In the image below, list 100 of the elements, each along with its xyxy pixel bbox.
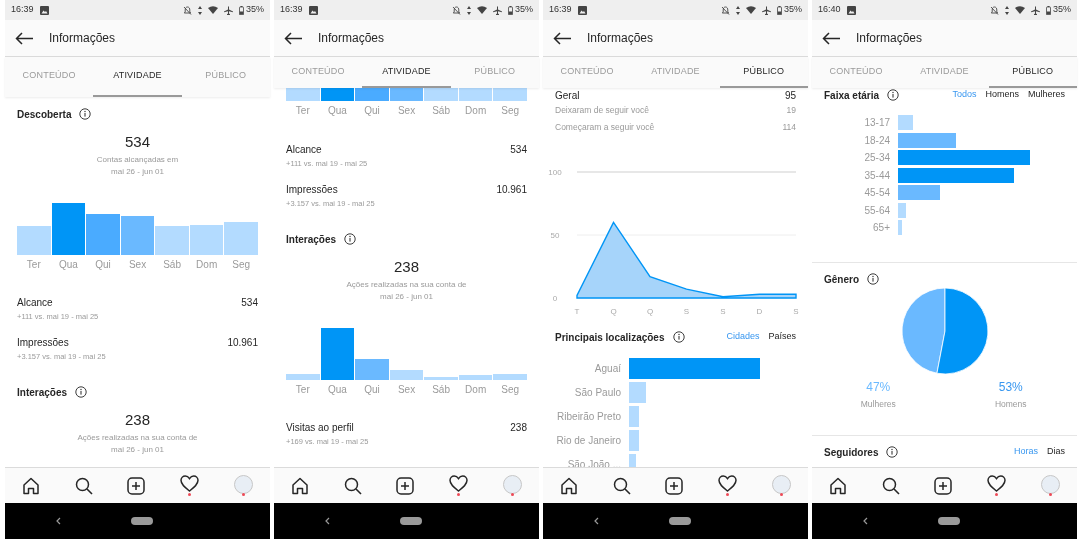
home-icon[interactable] (22, 476, 41, 495)
heart-icon[interactable] (449, 475, 469, 492)
day-label: Seg (500, 383, 521, 397)
muted-bell-icon (721, 5, 730, 15)
home-icon[interactable] (560, 476, 579, 495)
back-chevron-icon[interactable] (863, 517, 868, 525)
tab[interactable]: CONTEÚDO (274, 57, 363, 88)
chart-bar (286, 88, 320, 101)
metric-value: 238 (510, 420, 527, 435)
axis-tick-label: 0 (552, 294, 558, 303)
tab[interactable]: CONTEÚDO (812, 57, 901, 88)
battery-icon (239, 5, 244, 15)
filter-option[interactable]: Mulheres (1028, 88, 1065, 102)
back-chevron-icon[interactable] (325, 517, 330, 525)
filter-option[interactable]: Cidades (726, 330, 760, 344)
home-icon[interactable] (291, 476, 310, 495)
back-chevron-icon[interactable] (56, 517, 61, 525)
info-icon[interactable] (867, 273, 879, 285)
info-icon[interactable] (886, 446, 899, 458)
chart-bar (629, 429, 639, 451)
heart-icon[interactable] (718, 475, 738, 492)
tab[interactable]: CONTEÚDO (5, 57, 94, 97)
legend-label: Mulheres (860, 397, 896, 411)
back-arrow-icon[interactable] (284, 31, 302, 45)
day-label: Qui (94, 258, 112, 272)
search-icon[interactable] (343, 476, 362, 495)
filter-option[interactable]: Dias (1047, 445, 1065, 459)
heart-icon[interactable] (180, 475, 200, 492)
search-icon[interactable] (612, 476, 631, 495)
info-icon[interactable] (79, 108, 92, 120)
wifi-icon (1015, 6, 1025, 14)
filter-option[interactable]: Todos (952, 88, 977, 102)
chart-bar (389, 88, 424, 101)
section-title: Gênero (824, 272, 859, 287)
day-label: Ter (25, 258, 42, 272)
heart-icon[interactable] (987, 475, 1007, 492)
axis-tick-label: D (756, 307, 763, 316)
info-icon[interactable] (75, 386, 88, 398)
add-post-icon[interactable] (127, 476, 146, 495)
chart-bar (120, 216, 155, 255)
section-title: Interações (286, 232, 337, 247)
axis-tick-label: Q (646, 307, 654, 316)
metric-label: Visitas ao perfil (286, 420, 354, 435)
metric-value: 534 (510, 142, 527, 157)
metric-value: 10.961 (496, 182, 527, 197)
muted-bell-icon (183, 5, 192, 15)
add-post-icon[interactable] (665, 476, 684, 495)
metric-value: 10.961 (227, 335, 258, 350)
add-post-icon[interactable] (396, 476, 415, 495)
back-arrow-icon[interactable] (822, 31, 840, 45)
data-arrows-icon (736, 5, 740, 15)
tab[interactable]: PÚBLICO (181, 57, 270, 97)
axis-tick-label: 50 (550, 231, 560, 240)
back-arrow-icon[interactable] (553, 31, 571, 45)
stat-value: 114 (782, 121, 796, 134)
search-icon[interactable] (74, 476, 93, 495)
back-chevron-icon[interactable] (594, 517, 599, 525)
day-label: Qua (57, 258, 79, 272)
tab[interactable]: ATIVIDADE (900, 57, 989, 88)
day-label: Qua (326, 383, 348, 397)
chart-bar (224, 222, 259, 255)
chart-label: Aguaí (593, 361, 622, 376)
chart-label: 65+ (872, 221, 891, 236)
home-icon[interactable] (829, 476, 848, 495)
screen-title: Informações (49, 30, 116, 47)
axis-tick-label: S (793, 307, 799, 316)
stat-value: 95 (784, 88, 796, 103)
filter-option[interactable]: Horas (1013, 445, 1038, 459)
metric-label: Impressões (286, 182, 338, 197)
summary-caption: Contas alcançadas em mai 26 - jun 01 (96, 154, 179, 178)
filter-option[interactable]: Homens (985, 88, 1019, 102)
data-arrows-icon (1005, 5, 1009, 15)
axis-tick-label: S (683, 307, 690, 316)
day-label: Ter (294, 104, 311, 118)
chart-label: São João ... (566, 457, 622, 467)
section-title: Principais localizações (555, 330, 665, 345)
tab[interactable]: PÚBLICO (450, 57, 539, 88)
back-arrow-icon[interactable] (15, 31, 33, 45)
home-pill-button[interactable] (669, 517, 691, 525)
tab[interactable]: ATIVIDADE (631, 57, 720, 88)
info-icon[interactable] (887, 89, 900, 101)
day-label: Sex (396, 383, 417, 397)
day-label: Seg (231, 258, 252, 272)
info-icon[interactable] (672, 331, 685, 343)
chart-bar (424, 88, 458, 101)
chart-label: São Paulo (573, 385, 622, 400)
day-label: Sáb (431, 383, 451, 397)
chart-bar (898, 220, 902, 236)
section-title: Seguidores (824, 445, 879, 460)
home-pill-button[interactable] (131, 517, 153, 525)
day-label: Dom (464, 383, 488, 397)
home-pill-button[interactable] (400, 517, 422, 525)
chart-label: Ribeirão Preto (556, 409, 622, 424)
filter-option[interactable]: Países (768, 330, 796, 344)
search-icon[interactable] (881, 476, 900, 495)
info-icon[interactable] (344, 233, 357, 245)
add-post-icon[interactable] (934, 476, 953, 495)
home-pill-button[interactable] (938, 517, 960, 525)
chart-bar (155, 226, 189, 255)
tab[interactable]: CONTEÚDO (543, 57, 632, 88)
